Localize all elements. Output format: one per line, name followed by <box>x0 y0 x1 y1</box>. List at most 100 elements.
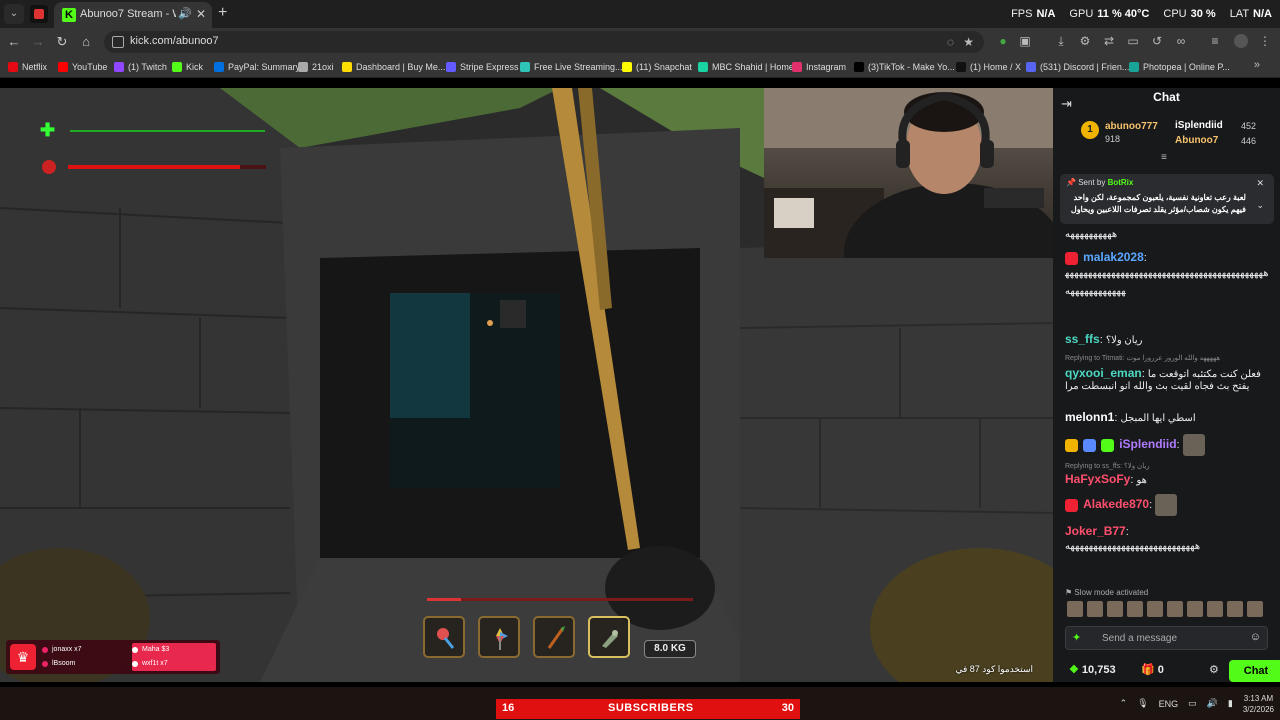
url-text[interactable]: kick.com/abunoo7 <box>130 35 219 47</box>
subscribers-goal-bar: 16 SUBSCRIBERS 30 <box>496 699 800 719</box>
bookmark-10[interactable]: MBC Shahid | Home <box>698 60 794 74</box>
username[interactable]: Alakede870 <box>1083 497 1149 511</box>
bookmark-4[interactable]: PayPal: Summary <box>214 60 300 74</box>
reply-context[interactable]: Replying to Titmati: هههههه والله الورور… <box>1065 354 1220 362</box>
close-tab-icon[interactable]: ✕ <box>196 7 206 21</box>
avatar[interactable] <box>1207 601 1223 617</box>
username[interactable]: ss_ffs <box>1065 332 1100 346</box>
leader-1-name[interactable]: abunoo777 <box>1105 121 1158 132</box>
hotbar-slot-2[interactable] <box>478 616 520 658</box>
crown-badge-icon <box>1065 438 1078 452</box>
kick-coins[interactable]: 10,753 <box>1069 663 1116 676</box>
chat-messages: ههههههههههه malak2028: ههههههههههههههههه… <box>1065 228 1277 598</box>
avatar[interactable] <box>1187 601 1203 617</box>
bookmark-label: PayPal: Summary <box>228 62 301 72</box>
username[interactable]: iSplendiid <box>1119 437 1176 451</box>
username[interactable]: qyxooi_eman <box>1065 366 1142 380</box>
volume-icon[interactable]: 🔊 <box>1207 698 1218 709</box>
bookmark-15[interactable]: Photopea | Online P... <box>1129 60 1230 74</box>
health-icon <box>42 160 56 174</box>
bookmark-6[interactable]: Dashboard | Buy Me... <box>342 60 445 74</box>
puzzle-icon[interactable]: ▣ <box>1018 34 1032 48</box>
reply-context[interactable]: Replying to ss_ffs: ريان ولا؟ <box>1065 462 1150 470</box>
emoji-icon[interactable]: ☺ <box>1250 631 1261 643</box>
username[interactable]: melonn1 <box>1065 410 1114 424</box>
new-tab-button[interactable]: + <box>218 4 227 22</box>
chat-input-placeholder[interactable]: Send a message <box>1102 633 1177 644</box>
bookmark-0[interactable]: Netflix <box>8 60 47 74</box>
link-icon[interactable]: ∞ <box>1174 34 1188 48</box>
avatar[interactable] <box>1067 601 1083 617</box>
bookmark-2[interactable]: (1) Twitch <box>114 60 167 74</box>
stream-video[interactable]: ✚ 8.0 KG ♛ jonaxx x7 lBsoom Maha $3 wxf1… <box>0 88 1053 682</box>
filter-icon[interactable]: ≡ <box>1161 152 1167 163</box>
avatar[interactable] <box>1147 601 1163 617</box>
avatar[interactable] <box>1227 601 1243 617</box>
history-icon[interactable]: ↺ <box>1150 34 1164 48</box>
unpin-icon[interactable]: ✕ <box>1256 178 1264 189</box>
hotbar-slot-1[interactable] <box>423 616 465 658</box>
more-bookmarks-icon[interactable]: » <box>1254 59 1260 71</box>
battery-icon[interactable]: ▮ <box>1228 698 1233 709</box>
customize-icon[interactable]: ⚙ <box>1078 34 1092 48</box>
tray-chevron-icon[interactable]: ⌃ <box>1120 698 1128 709</box>
bookmark-5[interactable]: 21oxi <box>298 60 334 74</box>
translate-icon[interactable]: ⇄ <box>1102 34 1116 48</box>
bookmark-13[interactable]: (1) Home / X <box>956 60 1021 74</box>
gift-count[interactable]: 🎁 0 <box>1141 663 1164 676</box>
bookmark-star-icon[interactable]: ★ <box>963 35 974 49</box>
kick-icon: K <box>62 8 76 22</box>
bookmark-1[interactable]: YouTube <box>58 60 107 74</box>
profile-avatar[interactable] <box>1234 34 1248 48</box>
hotbar-slot-3[interactable] <box>533 616 575 658</box>
reload-icon[interactable]: ↻ <box>54 34 70 50</box>
badge-icon <box>1065 498 1078 512</box>
avatar[interactable] <box>1107 601 1123 617</box>
leader-2-name[interactable]: iSplendiid <box>1175 120 1223 131</box>
bookmark-8[interactable]: Free Live Streaming... <box>520 60 623 74</box>
download-icon[interactable]: ⤓ <box>1054 34 1068 48</box>
chat-input[interactable]: ✦ Send a message ☺ <box>1065 626 1268 650</box>
bookmark-label: Netflix <box>22 62 48 72</box>
bookmark-7[interactable]: Stripe Express <box>446 60 519 74</box>
bookmark-11[interactable]: Instagram <box>792 60 846 74</box>
bookmark-9[interactable]: (11) Snapchat <box>622 60 692 74</box>
settings-gear-icon[interactable]: ⚙ <box>1209 663 1219 676</box>
eye-off-icon[interactable]: ◌ <box>947 35 954 49</box>
leader-3-name[interactable]: Abunoo7 <box>1175 135 1218 146</box>
home-icon[interactable]: ⌂ <box>78 34 94 50</box>
pinwheel-icon <box>496 628 508 650</box>
active-tab[interactable]: K Abunoo7 Stream - Watch L 🔊 ✕ <box>54 2 212 28</box>
chat-message: HaFyxSoFy: هو <box>1065 472 1147 486</box>
avatar[interactable] <box>1127 601 1143 617</box>
avatar[interactable] <box>1167 601 1183 617</box>
network-icon[interactable]: ▭ <box>1188 698 1197 709</box>
microphone-icon[interactable]: 🎙 <box>1137 698 1148 709</box>
omnibox[interactable]: kick.com/abunoo7 ◌ ★ <box>104 31 984 53</box>
username[interactable]: HaFyxSoFy <box>1065 472 1130 486</box>
pinned-tab[interactable] <box>30 5 48 23</box>
chat-send-button[interactable]: Chat <box>1229 660 1280 682</box>
wallet-icon[interactable]: ▭ <box>1126 34 1140 48</box>
avatar[interactable] <box>1247 601 1263 617</box>
back-icon[interactable]: ← <box>6 34 22 50</box>
clock[interactable]: 3:13 AM 3/2/2026 <box>1243 693 1274 715</box>
tab-search-button[interactable]: ⌄ <box>4 4 24 24</box>
hotbar-slot-4[interactable] <box>588 616 630 658</box>
speaker-icon[interactable]: 🔊 <box>178 7 192 20</box>
bookmark-14[interactable]: (531) Discord | Frien... <box>1026 60 1129 74</box>
menu-lines-icon[interactable]: ≡ <box>1208 34 1222 48</box>
bookmark-3[interactable]: Kick <box>172 60 203 74</box>
avatar[interactable] <box>1087 601 1103 617</box>
trophy-badge-icon <box>1083 438 1097 452</box>
forward-icon[interactable]: → <box>30 34 46 50</box>
language-indicator[interactable]: ENG <box>1159 699 1179 709</box>
username[interactable]: malak2028 <box>1083 250 1144 264</box>
more-menu-icon[interactable]: ⋮ <box>1258 34 1272 48</box>
expand-pinned-icon[interactable]: ⌄ <box>1256 200 1264 211</box>
site-info-icon[interactable] <box>112 36 124 48</box>
extension-icon[interactable]: ● <box>996 34 1010 48</box>
username[interactable]: Joker_B77 <box>1065 524 1126 538</box>
cpu-stat: CPU 30 % <box>1163 8 1216 20</box>
bookmark-12[interactable]: (3)TikTok - Make Yo... <box>854 60 955 74</box>
